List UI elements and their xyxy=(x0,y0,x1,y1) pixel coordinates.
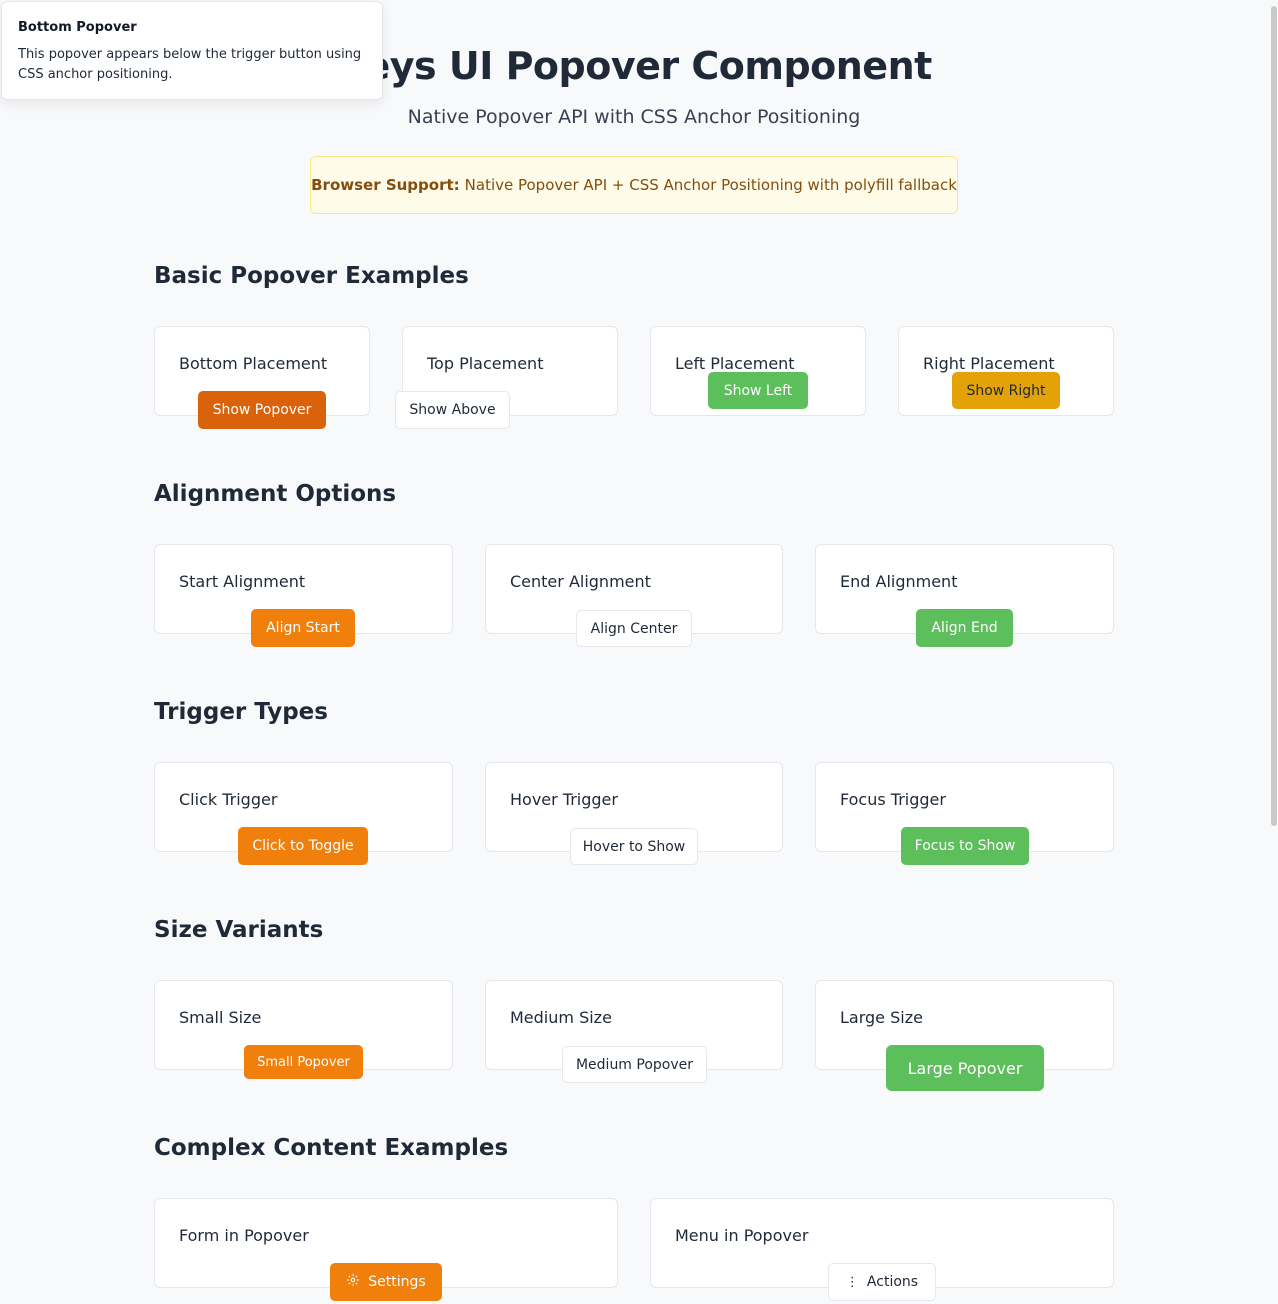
align-end-button[interactable]: Align End xyxy=(916,609,1013,647)
card-label: Small Size xyxy=(179,1008,262,1027)
support-text: Native Popover API + CSS Anchor Position… xyxy=(464,176,957,194)
show-popover-button[interactable]: Show Popover xyxy=(198,391,326,429)
card-label: Left Placement xyxy=(675,354,795,373)
card-label: Bottom Placement xyxy=(179,354,328,373)
browser-support-banner: Browser Support: Native Popover API + CS… xyxy=(310,156,958,214)
card-label: Large Size xyxy=(840,1008,923,1027)
section-title-sizes: Size Variants xyxy=(154,917,324,943)
show-left-button[interactable]: Show Left xyxy=(708,372,808,409)
hover-to-show-button[interactable]: Hover to Show xyxy=(570,828,698,865)
card-label: Medium Size xyxy=(510,1008,612,1027)
settings-label: Settings xyxy=(368,1274,426,1290)
section-title-complex: Complex Content Examples xyxy=(154,1135,509,1161)
click-to-toggle-button[interactable]: Click to Toggle xyxy=(238,827,368,865)
card-label: Click Trigger xyxy=(179,790,278,809)
focus-to-show-button[interactable]: Focus to Show xyxy=(901,827,1029,865)
gear-icon xyxy=(346,1273,360,1291)
small-popover-button[interactable]: Small Popover xyxy=(244,1045,363,1079)
medium-popover-button[interactable]: Medium Popover xyxy=(562,1046,707,1083)
bottom-popover: Bottom Popover This popover appears belo… xyxy=(1,1,383,100)
align-start-button[interactable]: Align Start xyxy=(251,609,355,647)
card-label: Center Alignment xyxy=(510,572,651,591)
card-label: Menu in Popover xyxy=(675,1226,809,1245)
vertical-dots-icon: ⋮ xyxy=(845,1274,859,1290)
card-label: Right Placement xyxy=(923,354,1055,373)
card-label: End Alignment xyxy=(840,572,958,591)
popover-body: This popover appears below the trigger b… xyxy=(18,47,362,82)
section-title-alignment: Alignment Options xyxy=(154,481,397,507)
card-label: Top Placement xyxy=(427,354,544,373)
card-label: Focus Trigger xyxy=(840,790,946,809)
section-title-triggers: Trigger Types xyxy=(154,699,328,725)
support-label: Browser Support: xyxy=(311,176,460,194)
scrollbar[interactable] xyxy=(1271,6,1277,826)
show-right-button[interactable]: Show Right xyxy=(952,372,1060,409)
show-above-button[interactable]: Show Above xyxy=(395,391,510,429)
settings-button[interactable]: Settings xyxy=(330,1263,442,1301)
section-title-basic: Basic Popover Examples xyxy=(154,263,469,289)
card-label: Hover Trigger xyxy=(510,790,618,809)
large-popover-button[interactable]: Large Popover xyxy=(886,1045,1044,1091)
card-label: Form in Popover xyxy=(179,1226,309,1245)
align-center-button[interactable]: Align Center xyxy=(576,610,692,647)
popover-title: Bottom Popover xyxy=(18,20,137,35)
actions-button[interactable]: ⋮ Actions xyxy=(828,1263,936,1301)
page-subtitle: Native Popover API with CSS Anchor Posit… xyxy=(407,106,861,128)
card-label: Start Alignment xyxy=(179,572,306,591)
actions-label: Actions xyxy=(866,1274,919,1290)
